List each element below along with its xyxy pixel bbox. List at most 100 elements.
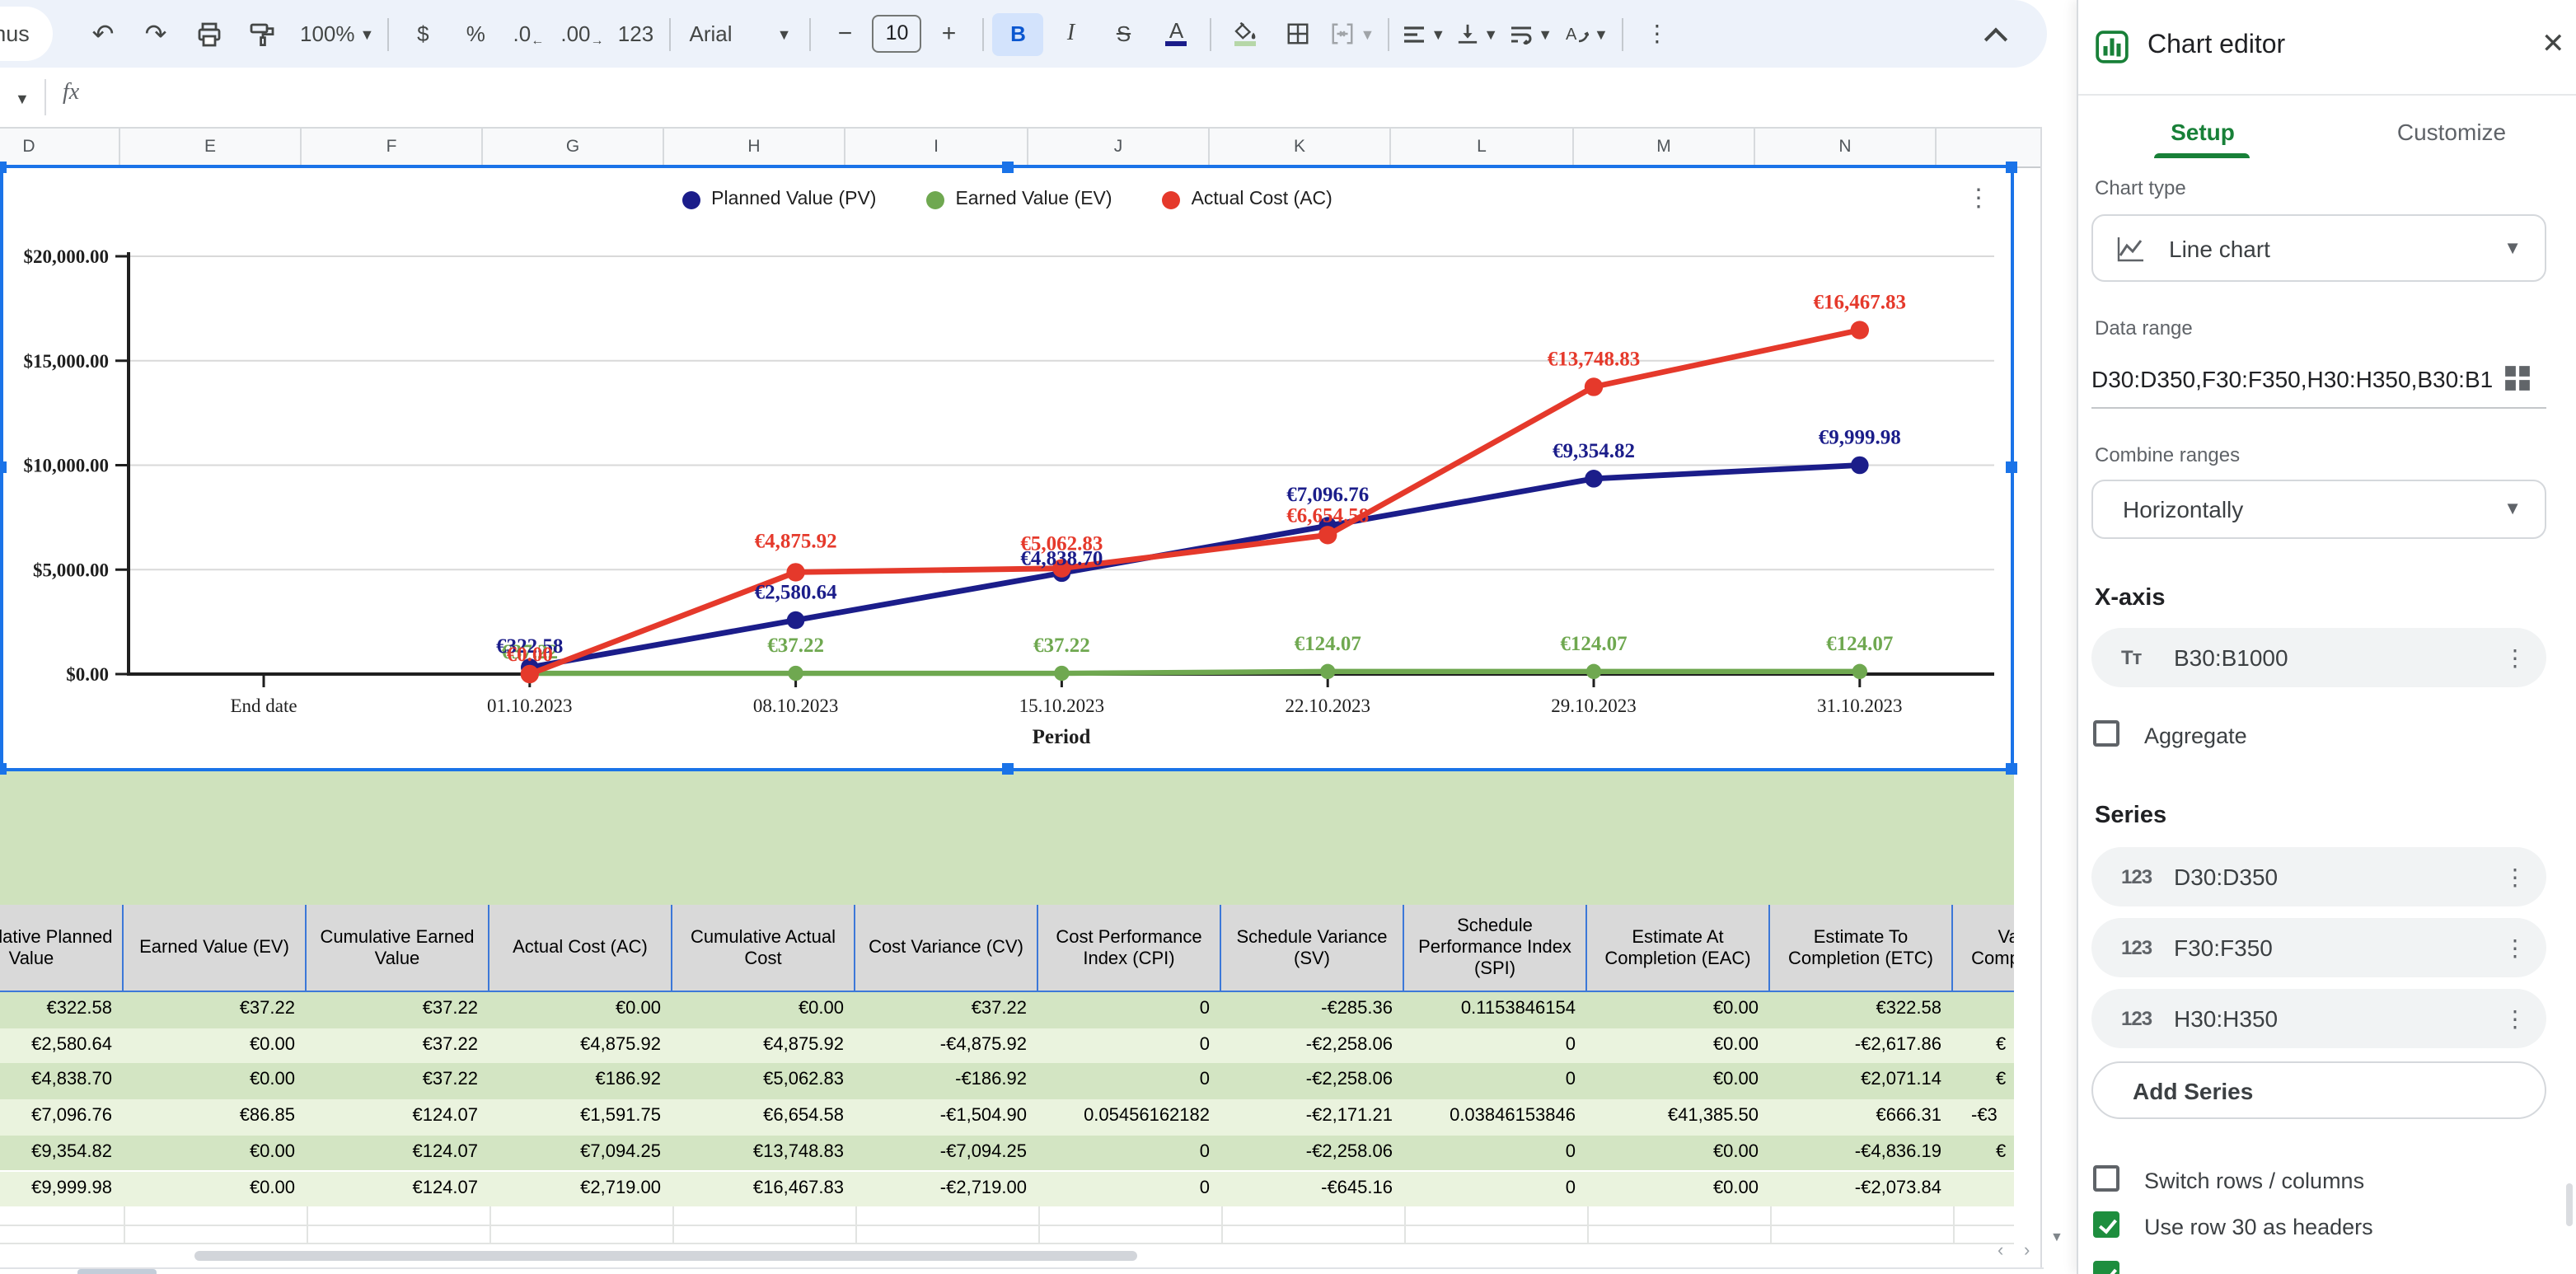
table-cell[interactable]: €86.85 [124,1099,307,1135]
vertical-scroll-down-icon[interactable]: ▼ [2050,1230,2063,1244]
table-cell[interactable]: €37.22 [307,992,489,1028]
partial-checkbox[interactable] [2093,1261,2119,1274]
table-cell[interactable]: -€4,875.92 [855,1028,1038,1063]
table-cell[interactable]: -€2,258.06 [1221,1028,1404,1063]
font-size-input[interactable]: 10 [873,15,922,53]
table-cell[interactable]: €2,071.14 [1770,1064,1953,1099]
horizontal-align-button[interactable]: ▼ [1398,12,1450,55]
table-cell[interactable]: 0 [1404,1064,1587,1099]
add-series-button[interactable]: Add Series [2091,1061,2546,1119]
italic-button[interactable]: I [1046,12,1097,55]
table-cell[interactable]: 0 [1404,1171,1587,1206]
table-cell[interactable]: €666.31 [1770,1099,1953,1135]
increase-decimals-button[interactable]: .00→ [555,12,608,55]
aggregate-checkbox[interactable] [2093,720,2119,747]
table-cell[interactable]: -€2,258.06 [1221,1064,1404,1099]
table-cell[interactable]: €124.07 [307,1099,489,1135]
bold-button[interactable]: B [993,12,1044,55]
switch-rows-columns-checkbox[interactable] [2093,1165,2119,1192]
table-cell[interactable]: 0 [1038,1171,1221,1206]
table-cell[interactable]: €322.58 [1770,992,1953,1028]
chart-handle-bottom-right[interactable] [2006,763,2017,775]
select-data-range-icon[interactable] [2503,364,2532,400]
table-cell[interactable]: 0.03846153846 [1404,1099,1587,1135]
table-cell[interactable]: €0.00 [1587,992,1770,1028]
chart-handle-bottom-left[interactable] [0,763,7,775]
vertical-align-button[interactable]: ▼ [1452,12,1503,55]
table-cell[interactable]: 0.05456162182 [1038,1099,1221,1135]
use-row-headers-checkbox[interactable] [2093,1211,2119,1238]
chart-handle-mid-right[interactable] [2006,461,2017,473]
table-cell[interactable]: €0.00 [1587,1171,1770,1206]
paint-format-icon[interactable] [236,12,287,55]
table-cell[interactable]: €0.00 [1587,1136,1770,1171]
table-cell[interactable]: € [1953,1136,2014,1171]
kebab-menu-icon[interactable]: ⋮ [2503,644,2527,672]
combine-ranges-select[interactable]: Horizontally ▼ [2091,480,2546,539]
table-cell[interactable]: 0.1153846154 [1404,992,1587,1028]
table-cell[interactable]: €4,875.92 [672,1028,855,1063]
table-cell[interactable]: €9,354.82 [0,1136,124,1171]
table-cell[interactable]: €0.00 [1587,1028,1770,1063]
column-header-N[interactable]: N [1755,129,1937,165]
table-cell[interactable]: €6,654.58 [672,1099,855,1135]
table-cell[interactable]: €322.58 [0,992,124,1028]
print-icon[interactable] [183,12,234,55]
more-toolbar-button[interactable]: ⋮ [1632,12,1683,55]
embedded-chart[interactable]: Planned Value (PV)Earned Value (EV)Actua… [0,166,2014,770]
series-range-1[interactable]: 123D30:D350⋮ [2091,847,2546,906]
table-cell[interactable] [1953,992,2014,1028]
table-cell[interactable]: -€2,719.00 [855,1171,1038,1206]
formula-bar[interactable]: ▼ fx [0,68,2044,127]
kebab-menu-icon[interactable]: ⋮ [2503,863,2527,891]
table-cell[interactable]: €37.22 [855,992,1038,1028]
data-range-value[interactable]: D30:D350,F30:F350,H30:H350,B30:B1000 [2091,366,2494,392]
borders-button[interactable] [1273,12,1324,55]
column-header-L[interactable]: L [1391,129,1574,165]
table-cell[interactable]: €0.00 [672,992,855,1028]
text-rotation-button[interactable]: A ▼ [1559,12,1614,55]
table-cell[interactable]: €124.07 [307,1136,489,1171]
table-cell[interactable]: 0 [1404,1028,1587,1063]
series-range-3[interactable]: 123H30:H350⋮ [2091,989,2546,1048]
redo-icon[interactable]: ↷ [130,12,181,55]
table-cell[interactable]: €4,838.70 [0,1064,124,1099]
table-cell[interactable]: € [1953,1064,2014,1099]
table-cell[interactable]: €7,094.25 [489,1136,672,1171]
zoom-select[interactable]: 100%▼ [295,12,379,55]
table-cell[interactable]: €186.92 [489,1064,672,1099]
table-cell[interactable]: €0.00 [124,1064,307,1099]
table-cell[interactable]: -€285.36 [1221,992,1404,1028]
table-cell[interactable]: -€645.16 [1221,1171,1404,1206]
increase-font-size-button[interactable]: + [924,12,975,55]
close-icon[interactable]: ✕ [2541,28,2565,61]
column-header-G[interactable]: G [483,129,664,165]
table-cell[interactable]: €37.22 [307,1028,489,1063]
table-cell[interactable]: €37.22 [124,992,307,1028]
horizontal-scrollbar[interactable] [194,1251,1137,1261]
table-cell[interactable]: -€2,617.86 [1770,1028,1953,1063]
name-box-dropdown-icon[interactable]: ▼ [15,91,30,107]
x-axis-range[interactable]: Tт B30:B1000 ⋮ [2091,628,2546,687]
table-cell[interactable]: €0.00 [124,1136,307,1171]
table-cell[interactable]: €7,096.76 [0,1099,124,1135]
table-cell[interactable]: €16,467.83 [672,1171,855,1206]
collapse-toolbar-button[interactable] [1969,12,2021,55]
column-header-F[interactable]: F [302,129,483,165]
table-cell[interactable]: -€186.92 [855,1064,1038,1099]
table-cell[interactable]: 0 [1038,1064,1221,1099]
table-cell[interactable]: -€1,504.90 [855,1099,1038,1135]
chart-type-select[interactable]: Line chart ▼ [2091,214,2546,282]
table-cell[interactable]: €5,062.83 [672,1064,855,1099]
column-header-E[interactable]: E [120,129,302,165]
table-cell[interactable]: -€2,258.06 [1221,1136,1404,1171]
table-cell[interactable]: -€4,836.19 [1770,1136,1953,1171]
table-cell[interactable]: -€3 [1953,1099,2014,1135]
tab-setup[interactable]: Setup [2078,119,2327,145]
series-range-2[interactable]: 123F30:F350⋮ [2091,918,2546,977]
strikethrough-button[interactable]: S [1098,12,1150,55]
table-cell[interactable]: €0.00 [124,1171,307,1206]
menus-button[interactable]: nus [0,7,53,61]
column-header-I[interactable]: I [845,129,1028,165]
chart-handle-top-right[interactable] [2006,162,2017,173]
